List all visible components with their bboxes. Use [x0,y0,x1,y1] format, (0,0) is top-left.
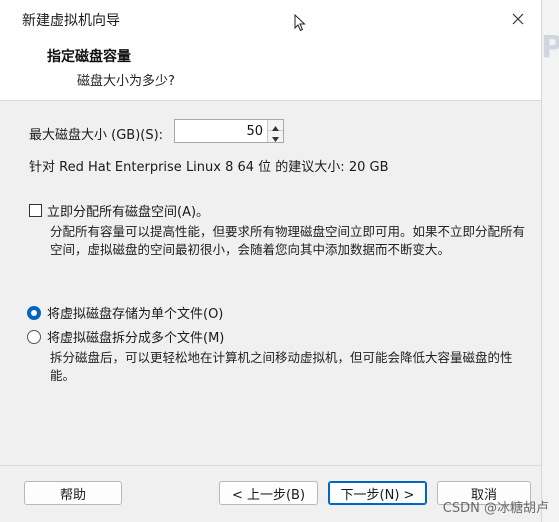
window-title: 新建虚拟机向导 [22,13,120,29]
radio-single-file[interactable]: 将虚拟磁盘存储为单个文件(O) [27,303,223,322]
chevron-down-icon [272,127,279,146]
spin-buttons [267,120,283,142]
mouse-cursor-icon [294,13,306,36]
background-window-fragment: P [541,30,559,65]
checkbox-box[interactable] [29,204,42,217]
radio-multiple-files[interactable]: 将虚拟磁盘拆分成多个文件(M) [27,327,224,346]
split-description: 拆分磁盘后，可以更轻松地在计算机之间移动虚拟机，但可能会降低大容量磁盘的性能。 [50,350,513,383]
title-bar[interactable]: 新建虚拟机向导 [0,0,541,38]
help-button[interactable]: 帮助 [24,481,122,505]
page-title: 指定磁盘容量 [47,49,131,65]
close-icon [512,13,524,25]
recommended-size-text: 针对 Red Hat Enterprise Linux 8 64 位 的建议大小… [29,160,389,175]
wizard-content: 最大磁盘大小 (GB)(S): 针对 Red Hat Enterprise Li… [0,101,541,465]
multi-file-label: 将虚拟磁盘拆分成多个文件(M) [47,331,225,346]
allocate-all-checkbox[interactable]: 立即分配所有磁盘空间(A)。 [29,201,209,220]
radio-selected-indicator[interactable] [27,305,41,320]
spin-down-button[interactable] [268,131,283,142]
allocate-description: 分配所有容量可以提高性能，但要求所有物理磁盘空间立即可用。如果不立即分配所有空间… [50,224,526,257]
disk-size-input[interactable] [175,120,267,142]
allocate-all-label: 立即分配所有磁盘空间(A)。 [47,205,210,220]
csdn-watermark: CSDN @冰糖胡卢 [442,501,549,516]
close-button[interactable] [501,4,535,34]
single-file-label: 将虚拟磁盘存储为单个文件(O) [47,307,224,322]
next-button[interactable]: 下一步(N) > [328,481,427,505]
new-vm-wizard-dialog: 新建虚拟机向导 指定磁盘容量 磁盘大小为多少? 最大磁盘大小 (GB)(S): [0,0,542,522]
disk-size-spinbox [174,119,284,143]
disk-size-label: 最大磁盘大小 (GB)(S): [29,128,164,143]
wizard-header: 指定磁盘容量 磁盘大小为多少? [0,38,541,101]
back-button[interactable]: < 上一步(B) [219,481,318,505]
page-subtitle: 磁盘大小为多少? [77,74,175,89]
radio-unselected-indicator[interactable] [27,329,41,344]
